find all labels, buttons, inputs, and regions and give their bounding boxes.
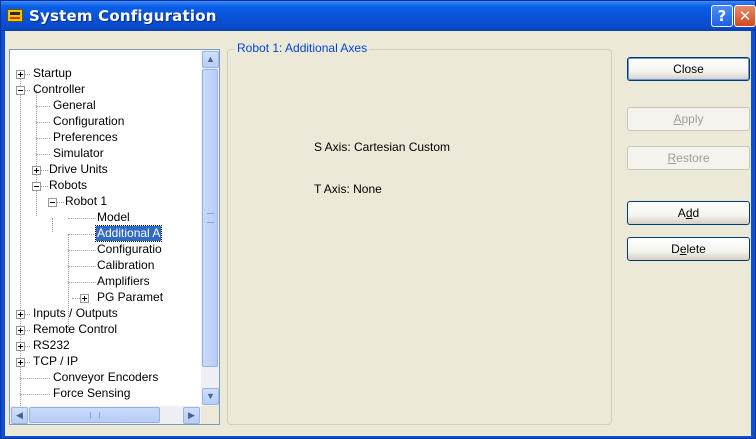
- tree-item-additional-axes[interactable]: Additional A: [94, 225, 163, 242]
- scrollbar-corner: [201, 406, 219, 424]
- tree-item-general[interactable]: General: [52, 98, 97, 114]
- window-close-button[interactable]: ✕: [734, 5, 756, 27]
- tree-item-simulator[interactable]: Simulator: [52, 146, 105, 162]
- tree-view: Startup Controller General Configuration…: [10, 50, 201, 406]
- tree-item-amplifiers[interactable]: Amplifiers: [96, 274, 151, 290]
- help-button[interactable]: ?: [711, 5, 733, 27]
- tree-item-preferences[interactable]: Preferences: [52, 130, 119, 146]
- tree-item-startup[interactable]: Startup: [32, 66, 73, 82]
- expand-tcp-ip-icon[interactable]: [16, 358, 25, 367]
- tree-horizontal-scrollbar[interactable]: ◀ ▶: [10, 406, 201, 424]
- expand-pg-parameters-icon[interactable]: [80, 294, 89, 303]
- application-icon: [7, 9, 23, 22]
- tree-item-pg-parameters[interactable]: PG Paramet: [96, 290, 164, 306]
- system-configuration-window: System Configuration ? ✕ Startup Control…: [0, 0, 756, 439]
- tree-item-inputs-outputs[interactable]: Inputs / Outputs: [32, 306, 119, 322]
- delete-button[interactable]: Delete: [627, 237, 750, 261]
- expand-startup-icon[interactable]: [16, 70, 25, 79]
- scroll-right-icon[interactable]: ▶: [183, 407, 200, 424]
- t-axis-text: T Axis: None: [314, 182, 382, 196]
- expand-drive-units-icon[interactable]: [32, 166, 41, 175]
- scroll-left-icon[interactable]: ◀: [11, 407, 28, 424]
- tree-item-conveyor-encoders[interactable]: Conveyor Encoders: [52, 370, 159, 386]
- tree-item-robot-1[interactable]: Robot 1: [64, 194, 108, 210]
- tree-item-robot-configuration[interactable]: Configuratio: [96, 242, 163, 258]
- window-title: System Configuration: [29, 7, 217, 25]
- vertical-scroll-thumb[interactable]: [202, 69, 218, 367]
- tree-vertical-scrollbar[interactable]: ▲ ▼: [201, 50, 219, 406]
- collapse-robot-1-icon[interactable]: [48, 198, 57, 207]
- tree-item-model[interactable]: Model: [96, 210, 131, 226]
- title-bar[interactable]: System Configuration ? ✕: [1, 1, 756, 31]
- s-axis-text: S Axis: Cartesian Custom: [314, 140, 451, 154]
- expand-rs232-icon[interactable]: [16, 342, 25, 351]
- apply-button[interactable]: Apply: [627, 107, 750, 131]
- group-title: Robot 1: Additional Axes: [235, 41, 370, 55]
- tree-item-controller[interactable]: Controller: [32, 82, 86, 98]
- tree-item-rs232[interactable]: RS232: [32, 338, 71, 354]
- collapse-controller-icon[interactable]: [16, 86, 25, 95]
- add-button[interactable]: Add: [627, 201, 750, 225]
- tree-item-drive-units[interactable]: Drive Units: [48, 162, 109, 178]
- scroll-down-icon[interactable]: ▼: [202, 388, 219, 405]
- tree-item-tcp-ip[interactable]: TCP / IP: [32, 354, 79, 370]
- tree-item-force-sensing[interactable]: Force Sensing: [52, 386, 131, 402]
- expand-remote-control-icon[interactable]: [16, 326, 25, 335]
- restore-button[interactable]: Restore: [627, 146, 750, 170]
- collapse-robots-icon[interactable]: [32, 182, 41, 191]
- tree-item-calibration[interactable]: Calibration: [96, 258, 155, 274]
- horizontal-scroll-thumb[interactable]: [29, 407, 160, 423]
- dialog-client-area: Startup Controller General Configuration…: [5, 31, 751, 436]
- close-button[interactable]: Close: [627, 57, 750, 81]
- expand-inputs-outputs-icon[interactable]: [16, 310, 25, 319]
- configuration-tree[interactable]: Startup Controller General Configuration…: [9, 49, 220, 425]
- tree-item-configuration[interactable]: Configuration: [52, 114, 125, 130]
- scroll-up-icon[interactable]: ▲: [202, 51, 219, 68]
- additional-axes-group: [227, 49, 612, 425]
- tree-item-remote-control[interactable]: Remote Control: [32, 322, 118, 338]
- tree-item-robots[interactable]: Robots: [48, 178, 88, 194]
